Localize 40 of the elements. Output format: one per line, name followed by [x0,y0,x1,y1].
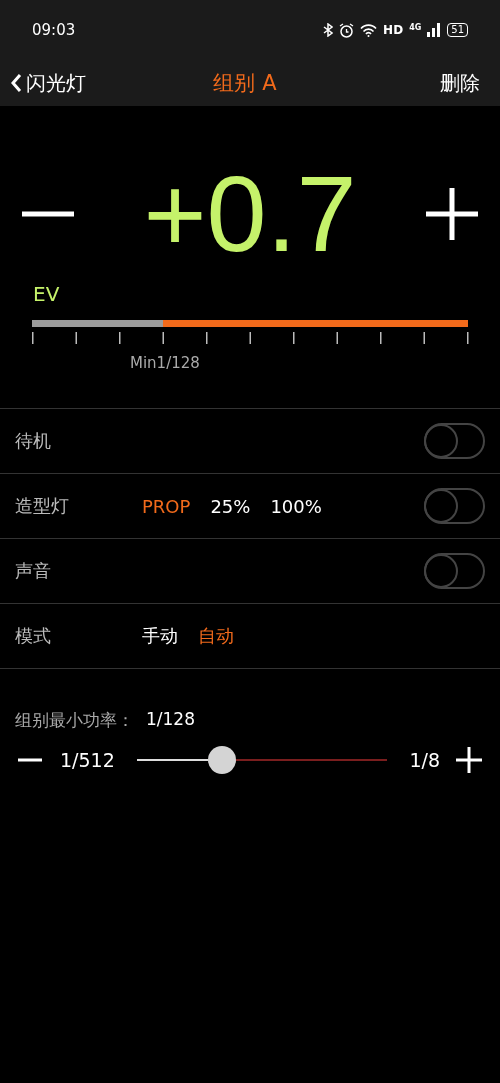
signal-icon [427,23,442,37]
ev-label: EV [33,282,60,306]
plus-icon [426,188,478,240]
cell-label: 4G [409,22,422,32]
slider-thumb[interactable] [208,746,236,774]
alarm-icon [339,22,355,38]
increase-button[interactable] [426,188,478,240]
min-power-value: 1/128 [146,709,195,731]
minus-icon [22,211,74,217]
back-icon [10,73,22,93]
screen-title: 组别 A [213,70,277,97]
slider-min-value: 1/512 [60,749,115,771]
decrease-button[interactable] [18,758,42,762]
status-time: 09:03 [32,21,77,39]
slider-max-value: 1/8 [409,749,440,771]
setting-label: 待机 [15,429,52,453]
plus-icon [456,747,482,773]
network-label: HD [383,23,404,37]
delete-button[interactable]: 删除 [440,69,480,97]
ev-value: +0.7 [143,160,357,268]
option-button[interactable]: 25% [210,495,251,517]
setting-label: 造型灯 [15,494,70,518]
minus-icon [18,758,42,762]
min-label: Min1/128 [130,354,200,372]
setting-label: 声音 [15,559,52,583]
setting-label: 模式 [15,624,52,648]
min-power-label: 组别最小功率： [15,709,134,732]
option-button[interactable]: PROP [142,495,191,517]
toggle-switch[interactable] [424,553,485,589]
battery-level: 51 [447,23,468,37]
option-button[interactable]: 手动 [142,624,178,648]
wifi-icon [360,23,378,37]
decrease-button[interactable] [22,211,74,217]
increase-button[interactable] [456,747,482,773]
toggle-switch[interactable] [424,423,485,459]
back-button[interactable]: 闪光灯 [10,69,86,97]
option-button[interactable]: 100% [270,495,322,517]
bluetooth-icon [323,23,334,37]
toggle-switch[interactable] [424,488,485,524]
option-button[interactable]: 自动 [198,624,234,648]
